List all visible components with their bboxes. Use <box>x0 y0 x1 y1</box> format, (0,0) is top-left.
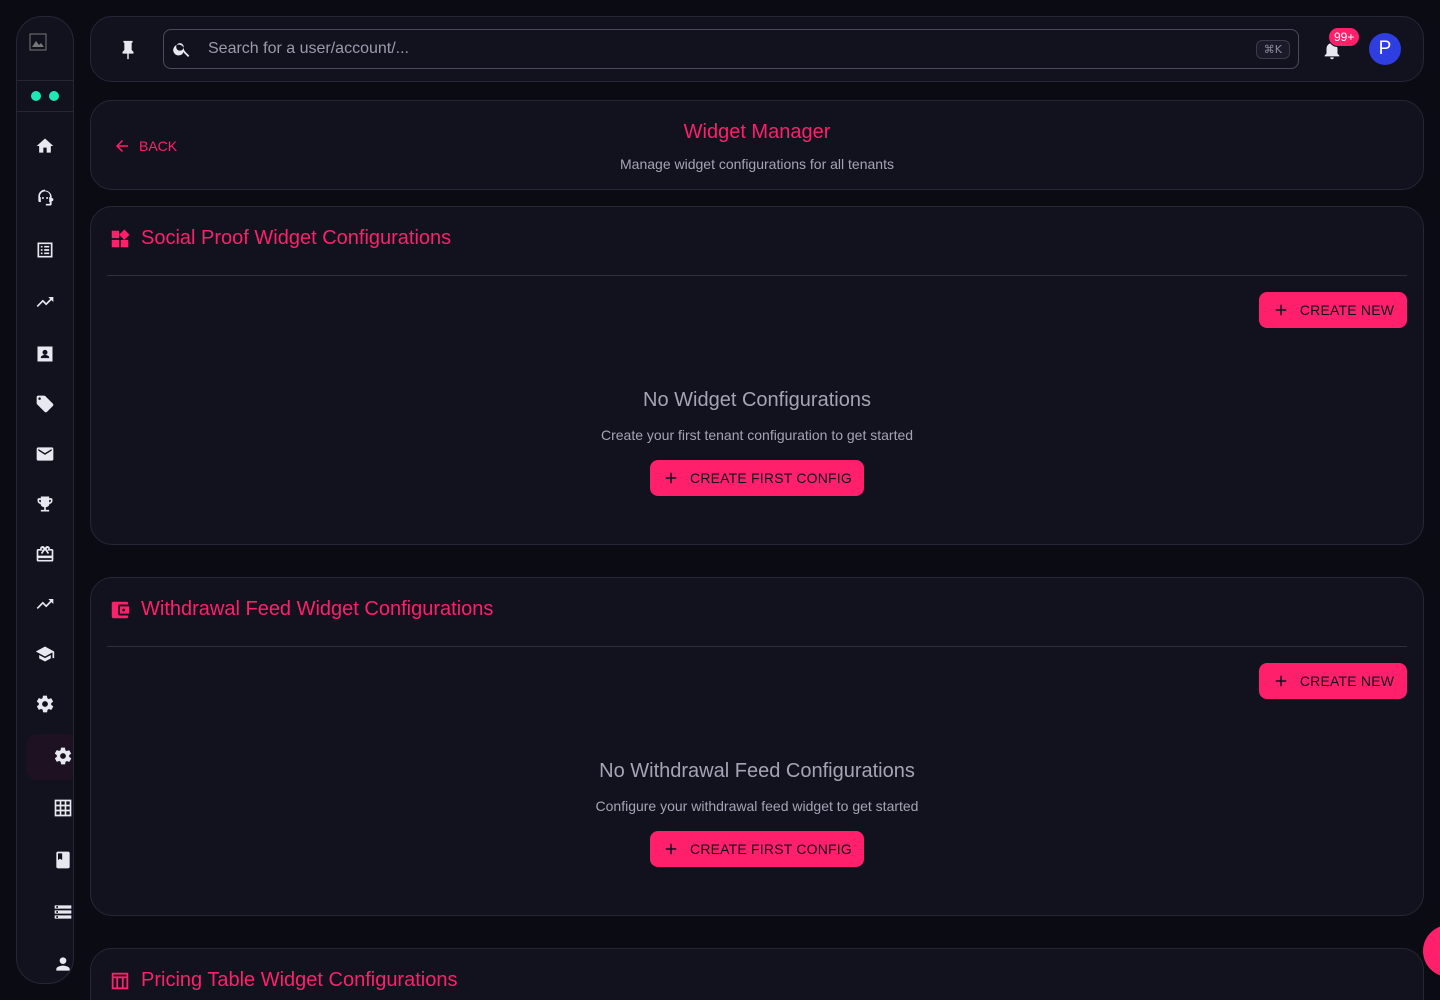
section-title-label: Pricing Table Widget Configurations <box>141 969 458 991</box>
search-icon <box>172 39 192 59</box>
person-icon[interactable] <box>52 953 73 975</box>
search-bar[interactable]: ⌘K <box>163 29 1299 69</box>
status-dots <box>31 91 59 101</box>
section-title: Social Proof Widget Configurations <box>109 227 451 250</box>
empty-state-title: No Withdrawal Feed Configurations <box>599 760 915 782</box>
shortcut-hint: ⌘K <box>1255 39 1290 59</box>
withdrawal-feed-section: Withdrawal Feed Widget Configurations CR… <box>90 577 1424 916</box>
support-agent-icon[interactable] <box>34 187 56 209</box>
create-new-button[interactable]: CREATE NEW <box>1259 292 1407 328</box>
table-icon <box>111 972 129 989</box>
section-title-label: Social Proof Widget Configurations <box>141 227 452 249</box>
widgets-icon <box>111 229 130 247</box>
sidebar <box>16 16 74 984</box>
page-subtitle: Manage widget configurations for all ten… <box>620 156 894 172</box>
trending-up-icon[interactable] <box>34 593 56 615</box>
create-new-label: CREATE NEW <box>1299 302 1395 318</box>
empty-state-subtitle: Configure your withdrawal feed widget to… <box>595 798 919 814</box>
plus-icon <box>665 843 677 855</box>
settings-icon[interactable] <box>34 693 56 715</box>
contact-card-icon[interactable] <box>34 343 56 365</box>
page-header: BACK Widget Manager Manage widget config… <box>90 100 1424 190</box>
trophy-icon[interactable] <box>34 493 56 515</box>
logo-image[interactable] <box>29 33 47 51</box>
book-icon[interactable] <box>52 849 73 871</box>
wallet-icon <box>111 601 130 618</box>
sidebar-divider <box>17 80 73 81</box>
pricing-table-section: Pricing Table Widget Configurations <box>90 948 1424 1000</box>
section-divider <box>107 275 1407 276</box>
storage-icon[interactable] <box>52 901 73 923</box>
empty-state-title: No Widget Configurations <box>643 389 871 411</box>
floating-action-button[interactable] <box>1423 925 1440 977</box>
section-divider <box>107 646 1407 647</box>
create-first-config-label: CREATE FIRST CONFIG <box>690 470 852 486</box>
home-icon[interactable] <box>34 135 56 157</box>
empty-state-subtitle: Create your first tenant configuration t… <box>600 427 914 443</box>
create-new-button[interactable]: CREATE NEW <box>1259 663 1407 699</box>
page-title: Widget Manager <box>683 121 831 143</box>
social-proof-section: Social Proof Widget Configurations CREAT… <box>90 206 1424 545</box>
topbar: ⌘K 99+ P <box>90 16 1424 82</box>
school-icon[interactable] <box>34 643 56 665</box>
pin-icon[interactable] <box>117 39 139 61</box>
list-icon[interactable] <box>34 239 56 261</box>
gift-card-icon[interactable] <box>34 543 56 565</box>
trending-up-icon[interactable] <box>34 291 56 313</box>
sidebar-divider <box>17 111 73 112</box>
create-new-label: CREATE NEW <box>1299 673 1395 689</box>
tag-icon[interactable] <box>34 393 56 415</box>
section-title: Pricing Table Widget Configurations <box>109 969 457 992</box>
plus-icon <box>665 472 677 484</box>
plus-icon <box>1275 304 1287 316</box>
avatar[interactable]: P <box>1369 33 1401 65</box>
plus-icon <box>1275 675 1287 687</box>
create-first-config-button[interactable]: CREATE FIRST CONFIG <box>650 460 864 496</box>
create-first-config-button[interactable]: CREATE FIRST CONFIG <box>650 831 864 867</box>
notification-badge: 99+ <box>1328 27 1361 47</box>
search-input[interactable] <box>208 40 1256 58</box>
create-first-config-label: CREATE FIRST CONFIG <box>690 841 852 857</box>
section-title: Withdrawal Feed Widget Configurations <box>109 598 493 621</box>
section-title-label: Withdrawal Feed Widget Configurations <box>141 598 494 620</box>
grid-icon[interactable] <box>52 797 73 819</box>
mail-icon[interactable] <box>34 443 56 465</box>
settings-active-icon[interactable] <box>52 745 73 767</box>
